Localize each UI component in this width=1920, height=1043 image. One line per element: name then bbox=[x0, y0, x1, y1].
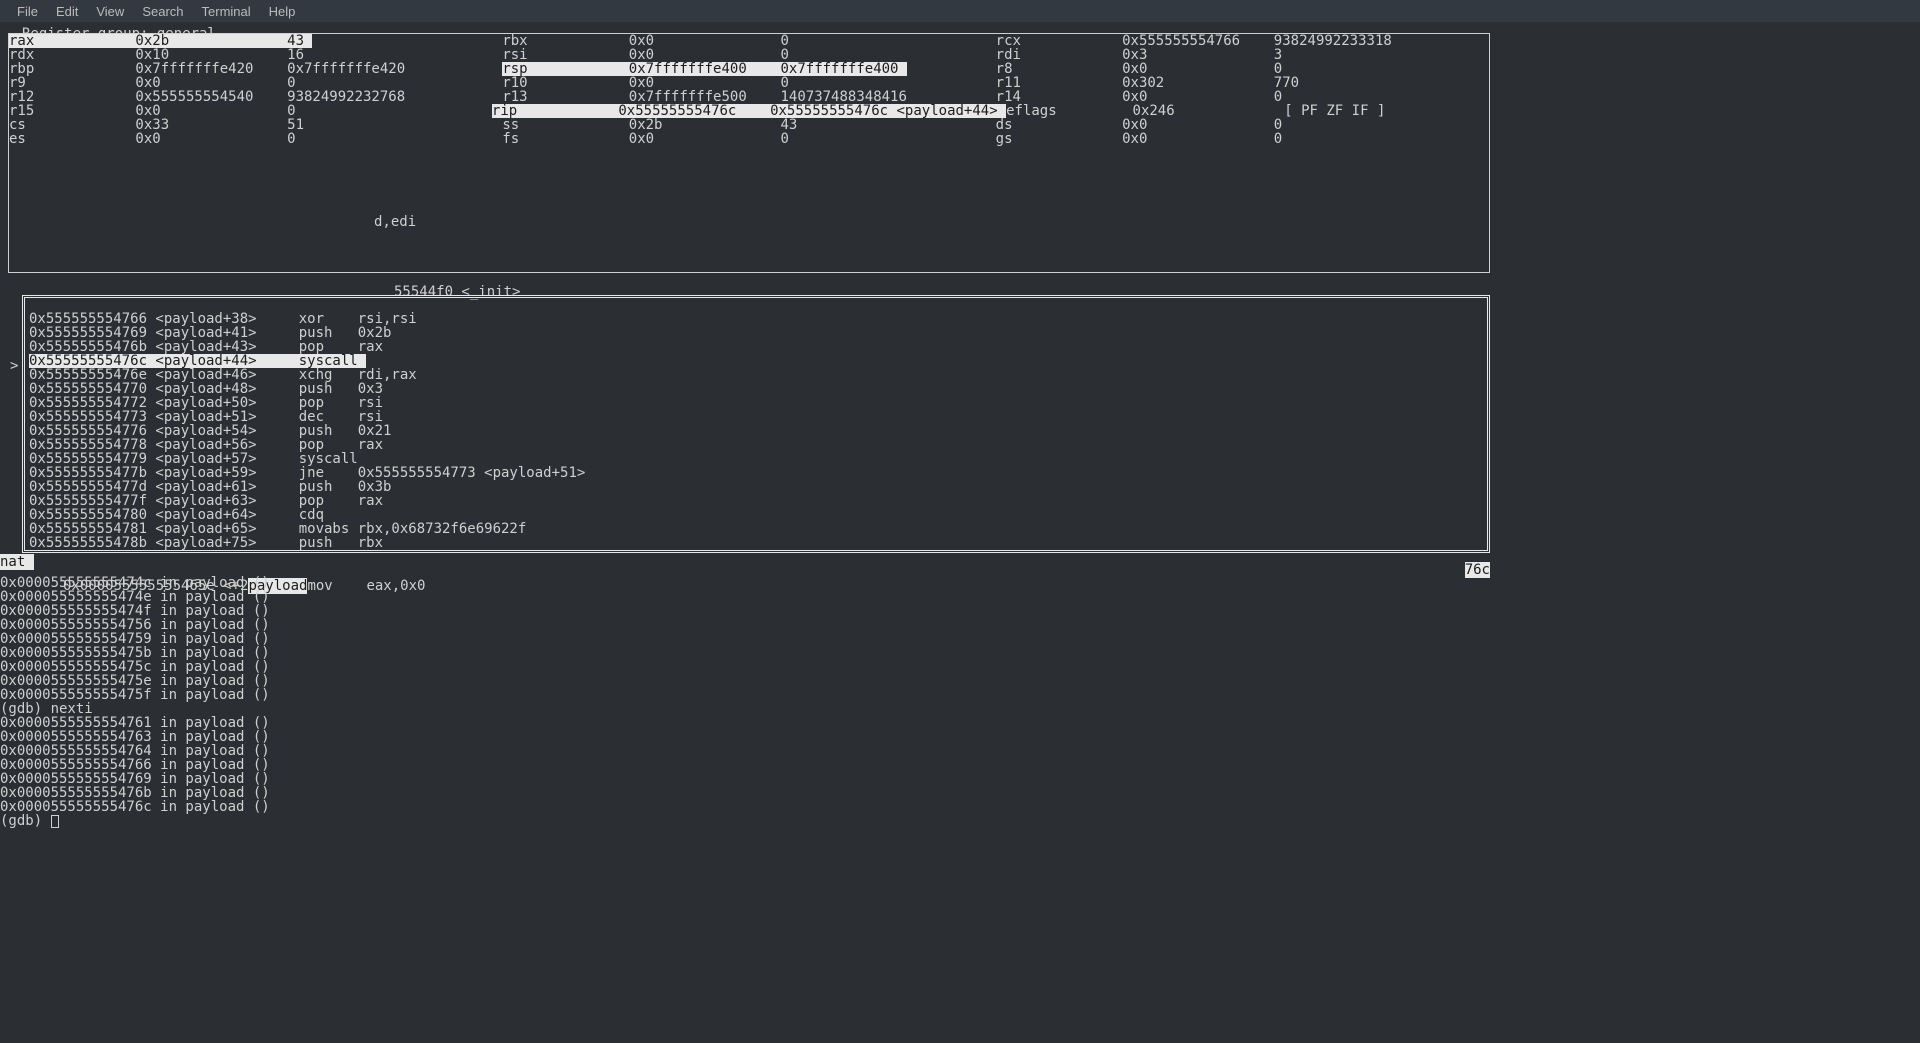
asm-current-pointer: > bbox=[10, 358, 18, 374]
asm-line: 0x555555554781 <payload+65> movabs rbx,0… bbox=[25, 522, 1487, 536]
asm-line: 0x555555554766 <payload+38> xor rsi,rsi bbox=[25, 312, 1487, 326]
register-row: rax 0x2b 43 rbx 0x0 0rcx 0x555555554766 … bbox=[9, 34, 1489, 48]
register-eflags: eflags 0x246 [ PF ZF IF ] bbox=[1006, 104, 1489, 118]
status-mid-suffix: mov eax,0x0 bbox=[307, 578, 425, 594]
register-row: es 0x0 0fs 0x0 0gs 0x0 0 bbox=[9, 132, 1489, 146]
register-es: es 0x0 0 bbox=[9, 132, 502, 146]
register-r8: r8 0x0 0 bbox=[996, 62, 1489, 76]
register-r13: r13 0x7fffffffe500 140737488348416 bbox=[502, 90, 995, 104]
console-line: 0x0000555555554764 in payload () bbox=[0, 744, 270, 758]
menu-file[interactable]: File bbox=[8, 4, 47, 19]
register-r9: r9 0x0 0 bbox=[9, 76, 502, 90]
menu-edit[interactable]: Edit bbox=[47, 4, 87, 19]
fragment-text-1: d,edi bbox=[374, 214, 416, 230]
gdb-prompt[interactable]: (gdb) bbox=[0, 814, 270, 828]
register-fs: fs 0x0 0 bbox=[502, 132, 995, 146]
asm-line: 0x555555554780 <payload+64> cdq bbox=[25, 508, 1487, 522]
register-rbx: rbx 0x0 0 bbox=[502, 34, 995, 48]
register-row: r9 0x0 0r10 0x0 0r11 0x302 770 bbox=[9, 76, 1489, 90]
register-rsp: rsp 0x7fffffffe400 0x7fffffffe400 bbox=[502, 62, 995, 76]
register-rip: rip 0x55555555476c 0x55555555476c <paylo… bbox=[492, 104, 1006, 118]
asm-line: 0x55555555476c <payload+44> syscall bbox=[25, 354, 1487, 368]
console-line: 0x000055555555474f in payload () bbox=[0, 604, 270, 618]
menu-help[interactable]: Help bbox=[260, 4, 305, 19]
asm-line: 0x555555554773 <payload+51> dec rsi bbox=[25, 410, 1487, 424]
console-line: 0x0000555555554769 in payload () bbox=[0, 772, 270, 786]
register-row: cs 0x33 51ss 0x2b 43ds 0x0 0 bbox=[9, 118, 1489, 132]
terminal-area[interactable]: Register group: general rax 0x2b 43 rbx … bbox=[0, 22, 1920, 30]
register-ds: ds 0x0 0 bbox=[996, 118, 1489, 132]
asm-line: 0x55555555476b <payload+43> pop rax bbox=[25, 340, 1487, 354]
register-r12: r12 0x555555554540 93824992232768 bbox=[9, 90, 502, 104]
register-rsi: rsi 0x0 0 bbox=[502, 48, 995, 62]
console-line: 0x0000555555554763 in payload () bbox=[0, 730, 270, 744]
asm-line: 0x555555554769 <payload+41> push 0x2b bbox=[25, 326, 1487, 340]
console-line: 0x000055555555476b in payload () bbox=[0, 786, 270, 800]
console-line: 0x000055555555475f in payload () bbox=[0, 688, 270, 702]
console-line: 0x0000555555554759 in payload () bbox=[0, 632, 270, 646]
register-rax: rax 0x2b 43 bbox=[9, 34, 502, 48]
console-line: 0x0000555555554766 in payload () bbox=[0, 758, 270, 772]
console-line: 0x000055555555475e in payload () bbox=[0, 674, 270, 688]
asm-line: 0x55555555477b <payload+59> jne 0x555555… bbox=[25, 466, 1487, 480]
cursor bbox=[51, 815, 59, 828]
register-rdx: rdx 0x10 16 bbox=[9, 48, 502, 62]
asm-line: 0x55555555478b <payload+75> push rbx bbox=[25, 536, 1487, 550]
register-r10: r10 0x0 0 bbox=[502, 76, 995, 90]
register-cs: cs 0x33 51 bbox=[9, 118, 502, 132]
register-row: rdx 0x10 16rsi 0x0 0rdi 0x3 3 bbox=[9, 48, 1489, 62]
console-line: 0x000055555555474e in payload () bbox=[0, 590, 270, 604]
menu-search[interactable]: Search bbox=[133, 4, 192, 19]
console-line: (gdb) nexti bbox=[0, 702, 270, 716]
asm-line: 0x55555555477f <payload+63> pop rax bbox=[25, 494, 1487, 508]
console-line: 0x0000555555554756 in payload () bbox=[0, 618, 270, 632]
register-rcx: rcx 0x555555554766 93824992233318 bbox=[996, 34, 1489, 48]
gdb-console[interactable]: 0x000055555555474c in payload ()0x000055… bbox=[0, 576, 270, 828]
asm-line: 0x55555555476e <payload+46> xchg rdi,rax bbox=[25, 368, 1487, 382]
asm-line: 0x555555554779 <payload+57> syscall bbox=[25, 452, 1487, 466]
menu-view[interactable]: View bbox=[87, 4, 133, 19]
asm-line: 0x555555554776 <payload+54> push 0x21 bbox=[25, 424, 1487, 438]
register-gs: gs 0x0 0 bbox=[996, 132, 1489, 146]
console-line: 0x000055555555474c in payload () bbox=[0, 576, 270, 590]
console-line: 0x000055555555475b in payload () bbox=[0, 646, 270, 660]
asm-line: 0x555555554778 <payload+56> pop rax bbox=[25, 438, 1487, 452]
status-right: 76c bbox=[1465, 562, 1490, 578]
console-line: 0x0000555555554761 in payload () bbox=[0, 716, 270, 730]
console-line: 0x000055555555476c in payload () bbox=[0, 800, 270, 814]
register-panel: rax 0x2b 43 rbx 0x0 0rcx 0x555555554766 … bbox=[8, 33, 1490, 273]
register-row: r12 0x555555554540 93824992232768r13 0x7… bbox=[9, 90, 1489, 104]
register-row: rbp 0x7fffffffe420 0x7fffffffe420rsp 0x7… bbox=[9, 62, 1489, 76]
register-r15: r15 0x0 0 bbox=[9, 104, 492, 118]
register-row: r15 0x0 0rip 0x55555555476c 0x5555555547… bbox=[9, 104, 1489, 118]
menu-terminal[interactable]: Terminal bbox=[193, 4, 260, 19]
disassembly-panel: 0x555555554766 <payload+38> xor rsi,rsi0… bbox=[22, 295, 1490, 553]
asm-line: 0x555555554770 <payload+48> push 0x3 bbox=[25, 382, 1487, 396]
console-line: 0x000055555555475c in payload () bbox=[0, 660, 270, 674]
register-ss: ss 0x2b 43 bbox=[502, 118, 995, 132]
menu-bar: File Edit View Search Terminal Help bbox=[0, 0, 1920, 22]
asm-line: 0x55555555477d <payload+61> push 0x3b bbox=[25, 480, 1487, 494]
register-rdi: rdi 0x3 3 bbox=[996, 48, 1489, 62]
asm-line: 0x555555554772 <payload+50> pop rsi bbox=[25, 396, 1487, 410]
register-r14: r14 0x0 0 bbox=[996, 90, 1489, 104]
register-r11: r11 0x302 770 bbox=[996, 76, 1489, 90]
register-rbp: rbp 0x7fffffffe420 0x7fffffffe420 bbox=[9, 62, 502, 76]
